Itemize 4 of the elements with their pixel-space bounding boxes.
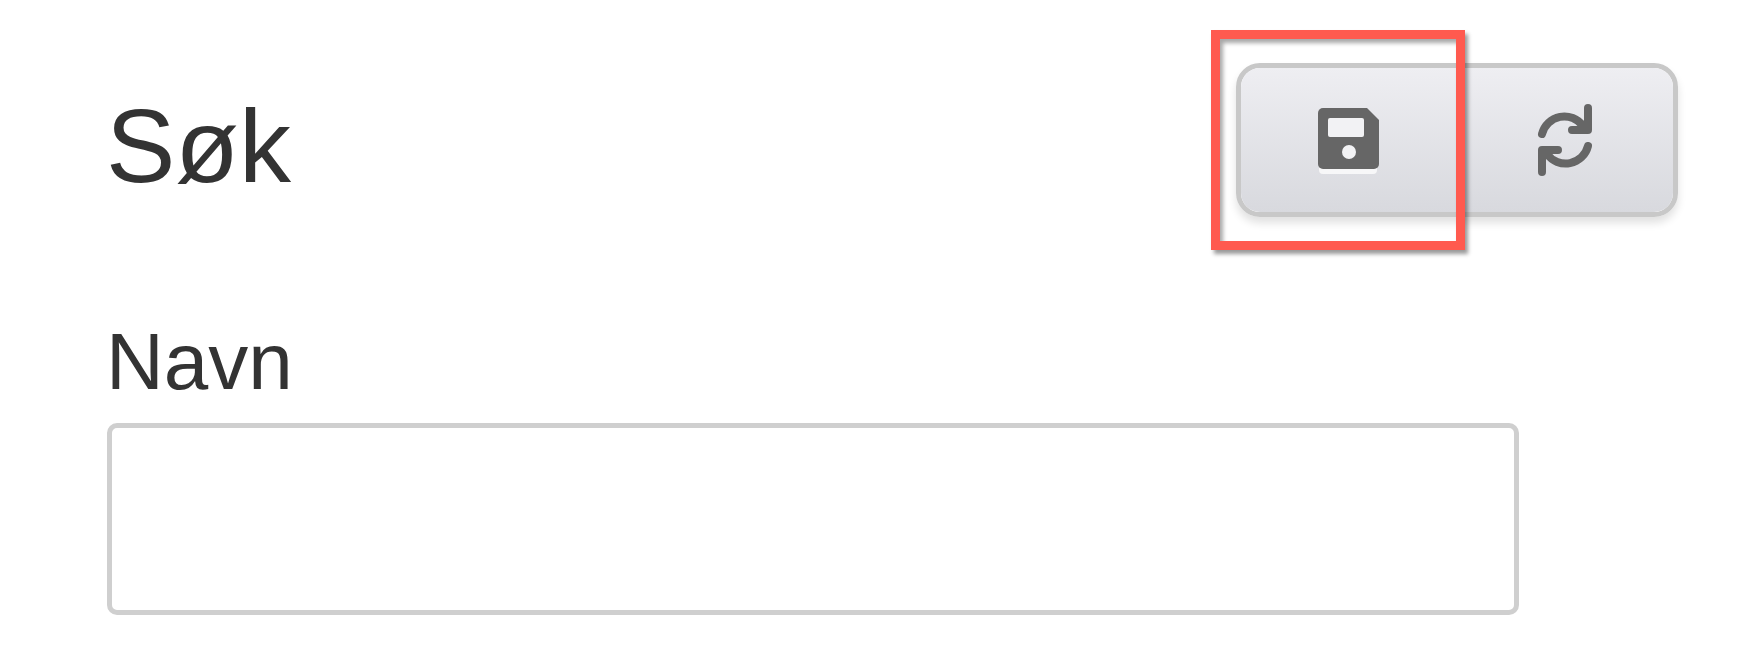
- field-label: Navn: [106, 317, 294, 407]
- input-field[interactable]: [107, 423, 1519, 615]
- save-button[interactable]: [1241, 68, 1457, 212]
- page-title: Søk: [106, 94, 291, 198]
